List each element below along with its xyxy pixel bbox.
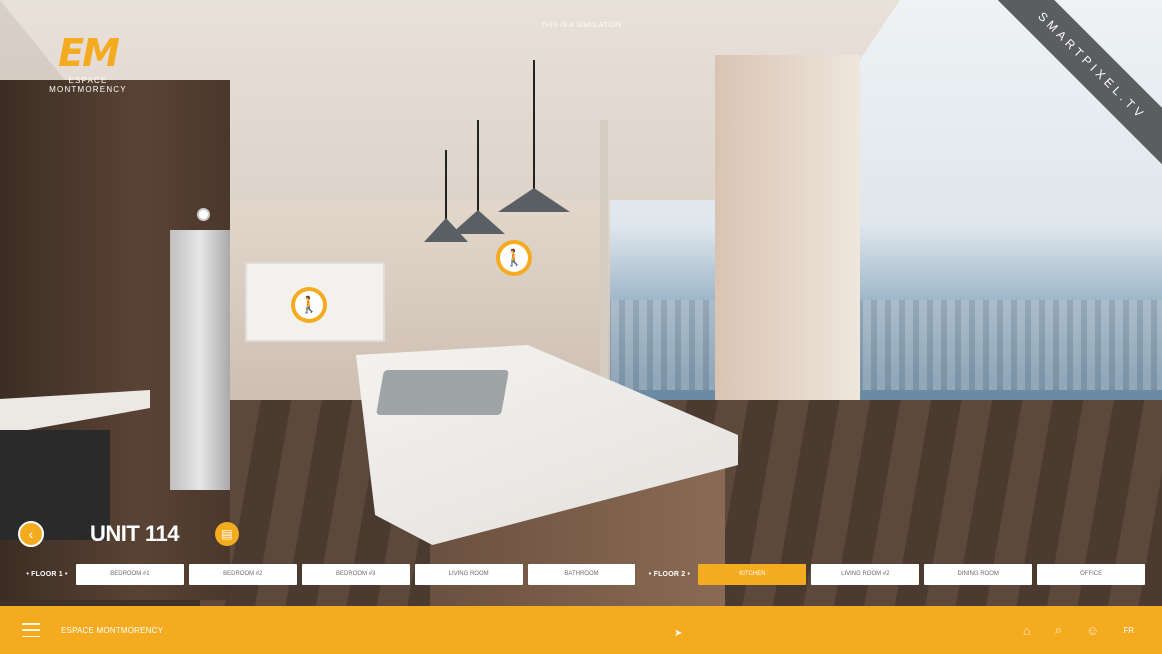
room-button-kitchen[interactable]: KITCHEN <box>698 563 807 585</box>
document-button[interactable]: ▤ <box>214 522 239 546</box>
floor-label: • FLOOR 2 • <box>648 570 691 578</box>
language-switch[interactable]: FR <box>1123 626 1134 635</box>
view-marker[interactable] <box>197 208 210 221</box>
walk-hotspot[interactable]: 🚶 <box>496 240 532 276</box>
room-button-living-room-2[interactable]: LIVING ROOM #2 <box>811 563 920 585</box>
back-button[interactable]: ‹ <box>18 521 44 547</box>
room-button-living-room[interactable]: LIVING ROOM <box>414 563 523 585</box>
room-button-bedroom-3[interactable]: BEDROOM #3 <box>301 563 410 585</box>
room-navigation: • FLOOR 1 • BEDROOM #1 BEDROOM #2 BEDROO… <box>18 563 1150 585</box>
room-button-bedroom-2[interactable]: BEDROOM #2 <box>188 563 297 585</box>
refrigerator <box>170 230 230 490</box>
bottom-bar-actions: ⌂ ⌕ ☺ FR <box>1023 606 1134 654</box>
project-title: ESPACE MONTMORENCY <box>61 625 164 635</box>
logo-mark: EM <box>58 31 120 75</box>
walking-person-icon: 🚶 <box>295 291 323 319</box>
simulation-notice: THIS IS A SIMULATION <box>540 22 622 29</box>
room-button-dining-room[interactable]: DINING ROOM <box>924 563 1033 585</box>
mouse-cursor: ➤ <box>674 628 683 639</box>
unit-title: UNIT 114 <box>90 521 179 546</box>
unit-header: ‹ UNIT 114 ▤ <box>18 519 239 549</box>
room-button-office[interactable]: OFFICE <box>1037 563 1146 585</box>
harbor-scenery <box>605 300 1162 390</box>
search-icon[interactable]: ⌕ <box>1055 622 1062 638</box>
map-icon[interactable]: ⌂ <box>1023 623 1031 638</box>
user-icon[interactable]: ☺ <box>1086 623 1099 638</box>
chevron-left-icon: ‹ <box>28 526 34 542</box>
floor-label: • FLOOR 1 • <box>26 570 68 578</box>
logo-name: ESPACE MONTMORENCY <box>49 76 127 94</box>
panorama-view[interactable]: 🚶 🚶 <box>0 0 1162 606</box>
bottom-bar: ESPACE MONTMORENCY ⌂ ⌕ ☺ FR <box>0 606 1162 654</box>
room-button-bathroom[interactable]: BATHROOM <box>527 563 636 585</box>
walking-person-icon: 🚶 <box>500 244 528 272</box>
menu-icon[interactable] <box>22 623 40 637</box>
room-button-bedroom-1[interactable]: BEDROOM #1 <box>75 563 184 585</box>
walk-hotspot[interactable]: 🚶 <box>291 287 327 323</box>
sink <box>376 370 509 415</box>
document-icon: ▤ <box>221 527 233 541</box>
logo: EM ESPACE MONTMORENCY <box>28 34 148 94</box>
